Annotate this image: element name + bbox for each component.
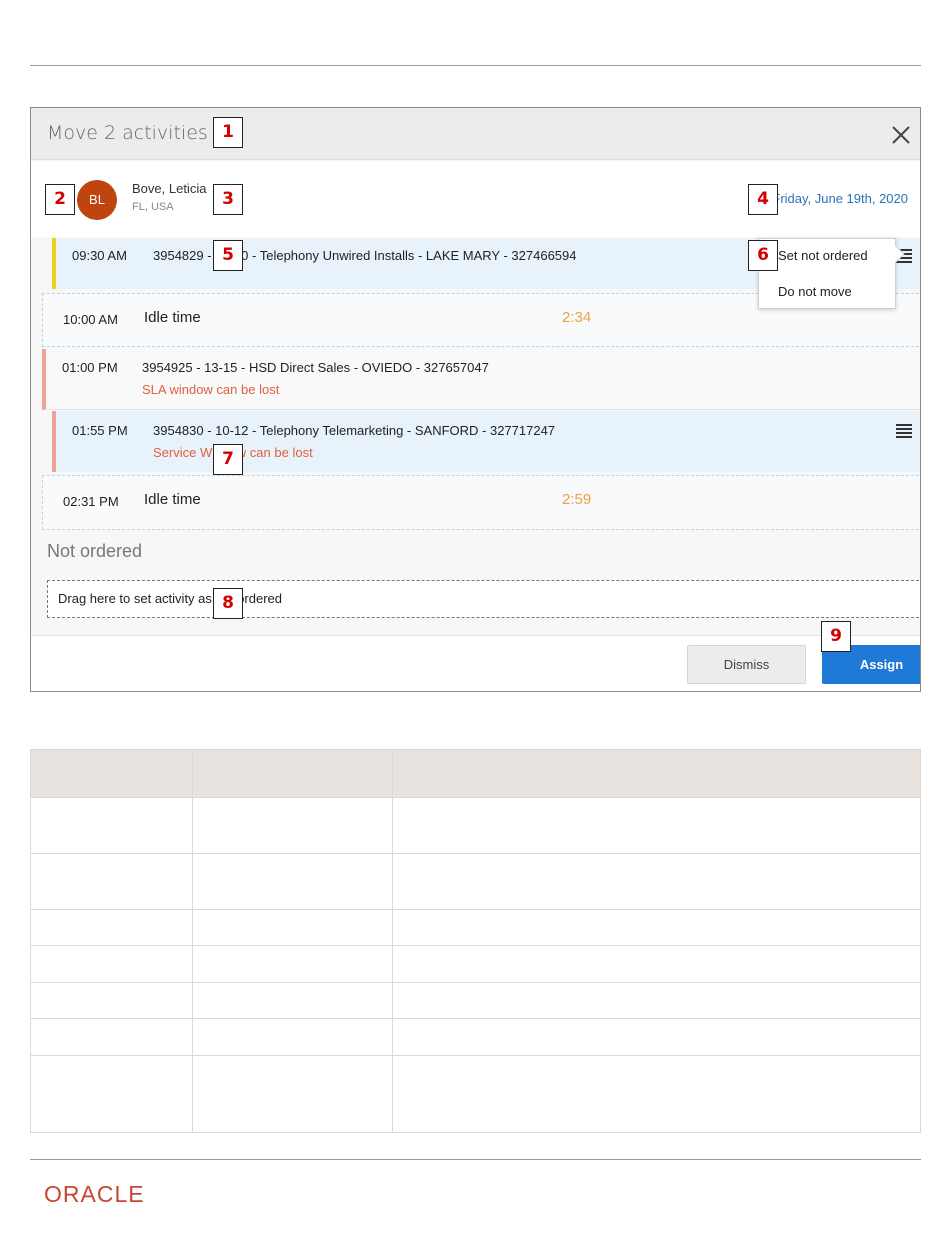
dialog-footer: Dismiss Assign [31,635,920,691]
idle-time-row: 02:31 PM Idle time 2:59 [42,475,920,530]
idle-label: Idle time [144,491,201,508]
callout-9: 9 [821,621,851,652]
table-row [30,797,921,854]
menu-item-set-not-ordered[interactable]: Set not ordered [778,248,868,263]
page-footer-rule [30,1159,921,1160]
idle-duration: 2:34 [562,309,592,326]
activity-time: 09:30 AM [72,248,127,263]
activity-time: 01:00 PM [62,360,118,375]
not-ordered-heading: Not ordered [47,541,143,561]
callout-2: 2 [45,184,75,215]
activity-title: 3954925 - 13-15 - HSD Direct Sales - OVI… [142,360,489,375]
activity-time: 01:55 PM [72,423,128,438]
activity-warning: SLA window can be lost [142,382,280,397]
menu-item-do-not-move[interactable]: Do not move [778,284,852,299]
callout-6: 6 [748,240,778,271]
callout-1: 1 [213,117,243,148]
table-row [30,1055,921,1133]
move-activities-dialog: Move 2 activities BL Bove, Leticia FL, U… [30,107,921,692]
not-ordered-drop-zone[interactable]: Drag here to set activity as not ordered [47,580,920,618]
idle-duration: 2:59 [562,491,592,508]
dialog-header: Move 2 activities [31,108,920,160]
table-row [30,909,921,946]
idle-time: 02:31 PM [63,494,119,509]
table-row [30,1018,921,1056]
table-row [30,853,921,910]
table-row [30,945,921,983]
page-header-rule [30,65,921,66]
callout-8: 8 [213,588,243,619]
table-row [30,982,921,1019]
legend-table [30,749,921,1133]
activity-title: 3954830 - 10-12 - Telephony Telemarketin… [153,423,556,438]
resource-location: FL, USA [132,201,174,213]
table-header-row [30,749,921,798]
callout-4: 4 [748,184,778,215]
dismiss-button[interactable]: Dismiss [687,645,806,684]
resource-row: BL Bove, Leticia FL, USA Friday, June 19… [31,161,920,237]
activity-row[interactable]: 01:00 PM 3954925 - 13-15 - HSD Direct Sa… [42,349,920,410]
avatar: BL [77,180,117,220]
drop-zone-text: Drag here to set activity as not ordered [58,591,283,606]
activity-menu-icon[interactable] [896,424,912,438]
close-icon[interactable] [888,122,914,148]
idle-time: 10:00 AM [63,312,118,327]
oracle-logo: ORACLE [44,1181,145,1207]
callout-5: 5 [213,240,243,271]
route-date[interactable]: Friday, June 19th, 2020 [772,191,908,206]
callout-7: 7 [213,444,243,475]
resource-name: Bove, Leticia [132,181,207,196]
dialog-title: Move 2 activities [47,122,208,144]
activity-row[interactable]: 01:55 PM 3954830 - 10-12 - Telephony Tel… [52,411,920,472]
activity-context-menu: Set not ordered Do not move [758,238,905,309]
idle-label: Idle time [144,309,201,326]
callout-3: 3 [213,184,243,215]
